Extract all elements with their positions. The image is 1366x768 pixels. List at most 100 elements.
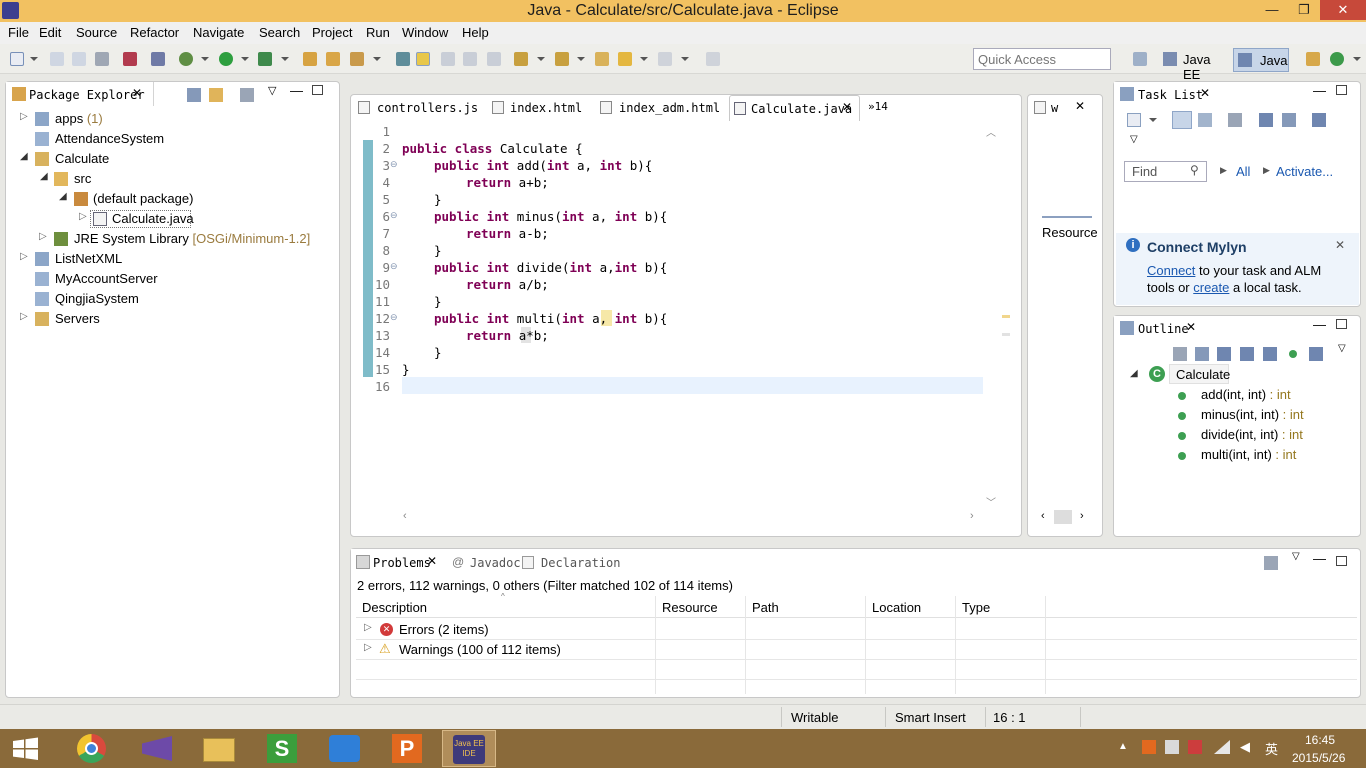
- refresh-icon[interactable]: [1330, 52, 1344, 66]
- chevron-right-icon[interactable]: ▷: [79, 211, 87, 222]
- chevron-down-icon[interactable]: [30, 57, 38, 61]
- whitespace-icon[interactable]: [487, 52, 501, 66]
- status-insert-mode[interactable]: Smart Insert: [895, 710, 966, 725]
- tree-item-src[interactable]: src: [74, 171, 91, 186]
- chevron-right-icon[interactable]: ▷: [39, 231, 47, 242]
- start-button[interactable]: [0, 730, 54, 767]
- tree-item-myaccountserver[interactable]: MyAccountServer: [55, 271, 158, 286]
- hide-fields-icon[interactable]: [1240, 347, 1254, 361]
- scrollbar-thumb[interactable]: [1054, 510, 1072, 524]
- prev-annotation-icon[interactable]: [555, 52, 569, 66]
- scroll-left-icon[interactable]: ‹: [1041, 510, 1045, 522]
- chevron-down-icon[interactable]: [537, 57, 545, 61]
- chevron-down-icon[interactable]: [241, 57, 249, 61]
- open-perspective-icon[interactable]: [1133, 52, 1147, 66]
- column-path[interactable]: Path: [752, 600, 779, 615]
- column-resource[interactable]: Resource: [662, 600, 718, 615]
- minimize-view-icon[interactable]: —: [1313, 317, 1326, 332]
- fold-icon[interactable]: ⊖: [390, 261, 398, 272]
- view-menu-icon[interactable]: ▽: [268, 84, 276, 97]
- scheduled-icon[interactable]: [1198, 113, 1212, 127]
- hide-completed-icon[interactable]: [1259, 113, 1273, 127]
- tree-item-jre[interactable]: JRE System Library [OSGi/Minimum-1.2]: [74, 231, 310, 246]
- outline-method[interactable]: divide(int, int) : int: [1201, 427, 1303, 442]
- highlight-icon[interactable]: [416, 52, 430, 66]
- perspective-javaee[interactable]: Java EE: [1157, 48, 1229, 82]
- task-filter-all[interactable]: All: [1236, 164, 1250, 179]
- scroll-left-icon[interactable]: ‹: [403, 510, 407, 522]
- clock-time[interactable]: 16:45: [1305, 733, 1335, 747]
- tree-item-listnetxml[interactable]: ListNetXML: [55, 251, 122, 266]
- close-icon[interactable]: ✕: [1200, 86, 1210, 100]
- menu-run[interactable]: Run: [366, 25, 390, 40]
- chevron-down-icon[interactable]: ◢: [1130, 368, 1138, 379]
- close-icon[interactable]: ✕: [1186, 320, 1196, 334]
- skip-breakpoints-icon[interactable]: [151, 52, 165, 66]
- ime-indicator[interactable]: 英: [1265, 739, 1278, 758]
- maximize-view-icon[interactable]: [1336, 556, 1347, 566]
- task-find-input[interactable]: Find ⚲: [1124, 161, 1207, 182]
- perspective-java[interactable]: Java: [1233, 48, 1289, 72]
- tab-declaration[interactable]: Declaration: [522, 555, 620, 573]
- toggle-mark-icon[interactable]: [396, 52, 410, 66]
- overview-marker[interactable]: [1002, 333, 1010, 336]
- new-task-icon[interactable]: [1127, 113, 1141, 127]
- tray-app-icon[interactable]: [1165, 740, 1179, 754]
- view-menu-icon[interactable]: ▽: [1338, 343, 1346, 354]
- tab-package-explorer[interactable]: Package Explorer ✕: [6, 82, 154, 106]
- menu-refactor[interactable]: Refactor: [130, 25, 179, 40]
- tab-javadoc[interactable]: @ Javadoc: [452, 555, 521, 573]
- close-icon[interactable]: ✕: [427, 554, 437, 568]
- close-icon[interactable]: ✕: [132, 86, 142, 100]
- filter-icon[interactable]: [1228, 113, 1242, 127]
- hide-local-types-icon[interactable]: [1309, 347, 1323, 361]
- column-description[interactable]: Description: [362, 600, 427, 615]
- filter-icon[interactable]: [1173, 347, 1187, 361]
- problems-row-errors[interactable]: ▷ ✕ Errors (2 items): [356, 620, 655, 639]
- filter-icon[interactable]: [240, 88, 254, 102]
- minimize-button[interactable]: —: [1258, 0, 1286, 20]
- visual-studio-taskbar[interactable]: [130, 730, 184, 767]
- menu-source[interactable]: Source: [76, 25, 117, 40]
- tree-item-default-package[interactable]: (default package): [93, 191, 193, 206]
- categorized-icon[interactable]: [1172, 111, 1192, 129]
- tray-app-icon[interactable]: [1142, 740, 1156, 754]
- tree-item-calculate[interactable]: Calculate: [55, 151, 109, 166]
- team-icon[interactable]: [1306, 52, 1320, 66]
- menu-navigate[interactable]: Navigate: [193, 25, 244, 40]
- filter-icon[interactable]: [1264, 556, 1278, 570]
- overview-marker[interactable]: [1002, 315, 1010, 318]
- volume-icon[interactable]: ◀: [1240, 739, 1250, 755]
- explorer-taskbar[interactable]: [192, 730, 246, 767]
- outline-method[interactable]: multi(int, int) : int: [1201, 447, 1296, 462]
- back-icon[interactable]: [618, 52, 632, 66]
- notes-taskbar[interactable]: [318, 730, 372, 767]
- chevron-down-icon[interactable]: ◢: [20, 151, 28, 162]
- save-all-icon[interactable]: [72, 52, 86, 66]
- maximize-view-icon[interactable]: [1336, 319, 1347, 329]
- minimize-view-icon[interactable]: —: [1313, 83, 1326, 98]
- fold-icon[interactable]: ⊖: [390, 159, 398, 170]
- tab-task-list[interactable]: Task List ✕: [1114, 82, 1220, 106]
- sync-icon[interactable]: [1312, 113, 1326, 127]
- maximize-view-icon[interactable]: [312, 85, 323, 95]
- spreadsheet-taskbar[interactable]: S: [255, 730, 309, 767]
- mylyn-connect-link[interactable]: Connect: [1147, 263, 1195, 278]
- editor-tab-index[interactable]: index.html: [490, 97, 590, 119]
- new-icon[interactable]: [10, 52, 24, 66]
- column-type[interactable]: Type: [962, 600, 990, 615]
- editor-tab-index-adm[interactable]: index_adm.html: [598, 97, 728, 119]
- console-icon[interactable]: [123, 52, 137, 66]
- outline-method[interactable]: minus(int, int) : int: [1201, 407, 1304, 422]
- link-editor-icon[interactable]: [209, 88, 223, 102]
- fold-icon[interactable]: ⊖: [390, 312, 398, 323]
- chevron-right-icon[interactable]: ▷: [20, 251, 28, 262]
- menu-window[interactable]: Window: [402, 25, 448, 40]
- chevron-down-icon[interactable]: [1353, 57, 1361, 61]
- tree-item-servers[interactable]: Servers: [55, 311, 100, 326]
- menu-file[interactable]: File: [8, 25, 29, 40]
- fold-icon[interactable]: ⊖: [390, 210, 398, 221]
- view-menu-icon[interactable]: ▽: [1130, 134, 1138, 145]
- chevron-down-icon[interactable]: [640, 57, 648, 61]
- save-icon[interactable]: [50, 52, 64, 66]
